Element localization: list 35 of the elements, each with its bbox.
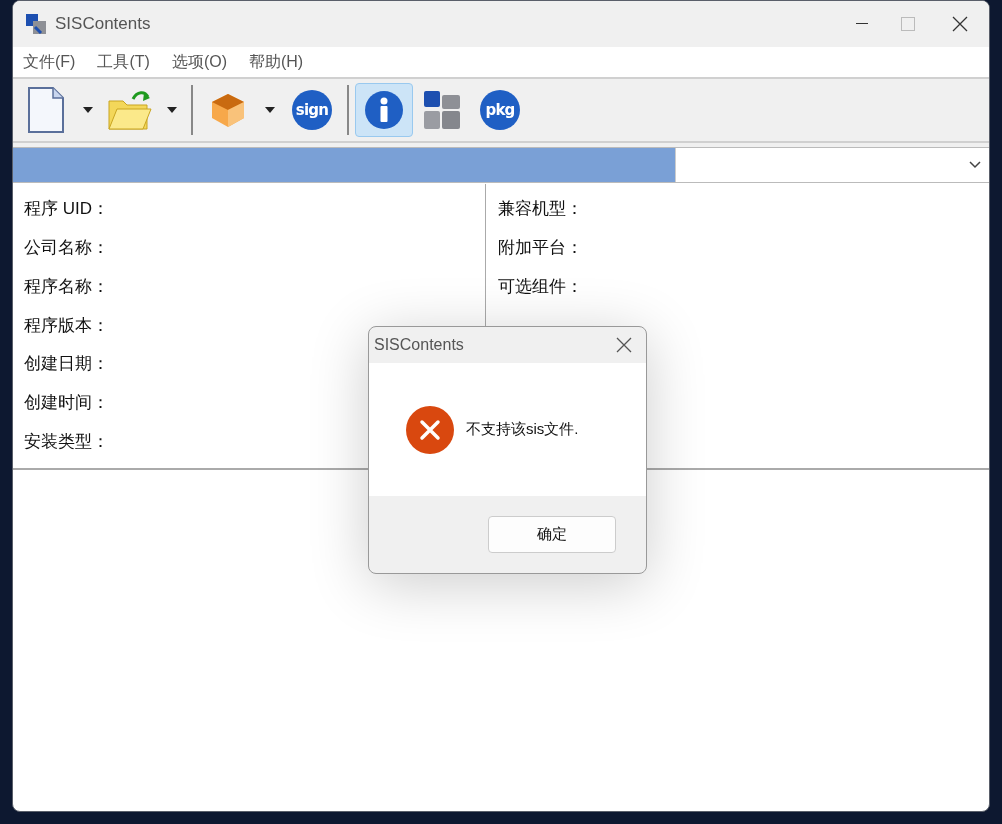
close-icon[interactable] xyxy=(616,337,632,353)
open-folder-icon xyxy=(107,89,153,131)
caret-icon[interactable] xyxy=(83,107,93,113)
field-label: 程序名称： xyxy=(24,276,109,296)
toolbar-button[interactable] xyxy=(355,83,413,137)
field-label: 公司名称： xyxy=(24,237,109,257)
field-label: 程序版本： xyxy=(24,315,109,335)
chevron-down-icon xyxy=(969,161,981,169)
toolbar-button[interactable]: pkg xyxy=(471,83,529,137)
box-icon xyxy=(209,91,247,129)
ok-button[interactable]: 确定 xyxy=(488,516,616,553)
window-title: SISContents xyxy=(55,13,151,36)
info-icon xyxy=(364,90,404,130)
field-label: 创建时间： xyxy=(24,393,109,413)
field-label: 兼容机型： xyxy=(498,199,583,218)
minimize-icon[interactable] xyxy=(856,23,868,25)
caret-icon[interactable] xyxy=(265,107,275,113)
toolbar-button[interactable]: sign xyxy=(283,83,341,137)
error-icon xyxy=(406,405,454,454)
tiles-icon xyxy=(424,91,460,129)
menu-item[interactable]: 选项(O) xyxy=(171,50,227,74)
app-logo-icon xyxy=(25,13,47,35)
field-label: 创建日期： xyxy=(24,354,109,374)
close-icon[interactable] xyxy=(952,16,968,32)
field-label: 安装类型： xyxy=(24,432,109,452)
field-label: 附加平台： xyxy=(498,238,583,257)
menu-item[interactable]: 文件(F) xyxy=(23,50,76,74)
blank-page-icon xyxy=(26,86,66,134)
error-message: 不支持该sis文件. xyxy=(466,419,579,440)
menu-item[interactable]: 帮助(H) xyxy=(249,50,304,74)
menu-item[interactable]: 工具(T) xyxy=(97,50,150,74)
field-label: 程序 UID： xyxy=(24,199,109,218)
dialog-title: SISContents xyxy=(374,335,464,355)
field-label: 可选组件： xyxy=(498,277,583,296)
caret-icon[interactable] xyxy=(167,107,177,113)
